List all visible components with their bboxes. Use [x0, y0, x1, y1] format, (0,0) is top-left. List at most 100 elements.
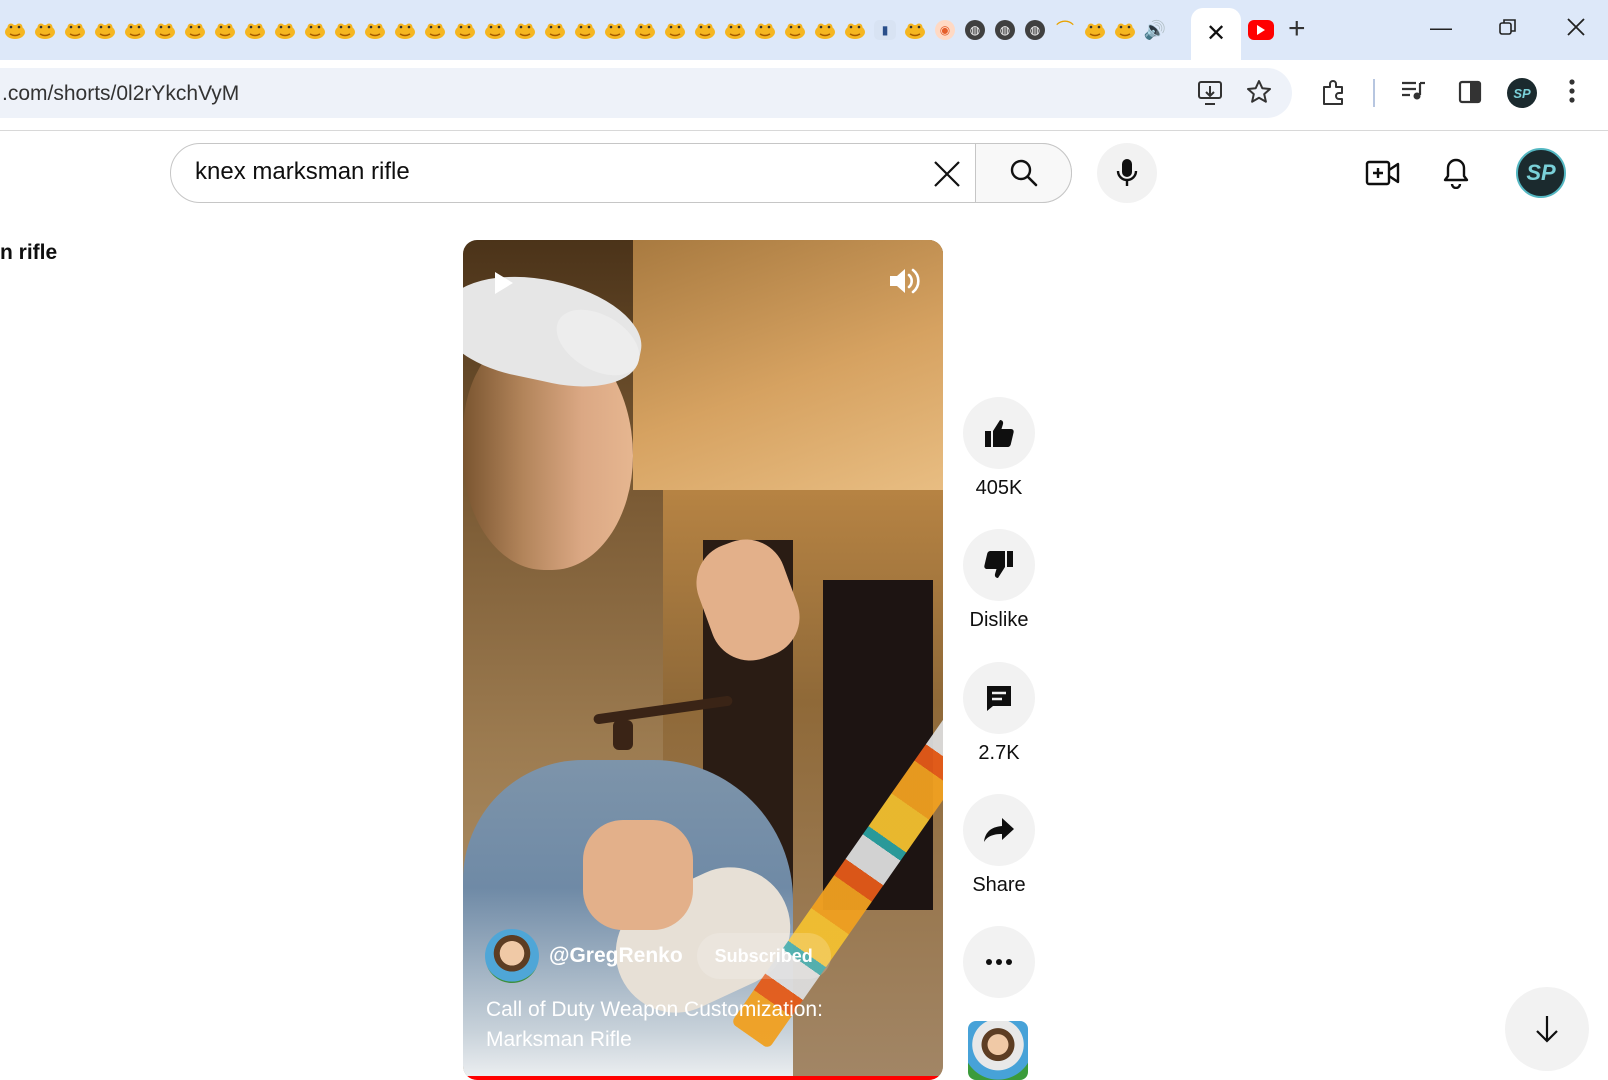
thumbs-up-icon: [985, 420, 1014, 447]
create-button[interactable]: [1363, 153, 1403, 193]
pinned-tab[interactable]: [360, 16, 390, 44]
frog-favicon-icon: [454, 20, 476, 40]
pinned-tab[interactable]: [150, 16, 180, 44]
youtube-tab-icon[interactable]: [1248, 20, 1274, 40]
pinned-tab[interactable]: [450, 16, 480, 44]
pinned-tab[interactable]: [180, 16, 210, 44]
url-text[interactable]: .com/shorts/0l2rYkchVyM: [2, 82, 239, 106]
notifications-button[interactable]: [1436, 153, 1476, 193]
frog-favicon-icon: [604, 20, 626, 40]
thumbs-down-icon: [984, 551, 1013, 578]
pinned-tab[interactable]: ◍: [990, 16, 1020, 44]
pinned-tab[interactable]: ▮: [870, 16, 900, 44]
window-close-icon[interactable]: [1566, 14, 1586, 46]
pinned-tab[interactable]: [840, 16, 870, 44]
play-icon[interactable]: [495, 272, 513, 294]
frog-favicon-icon: [34, 20, 56, 40]
media-controls-icon[interactable]: [1400, 80, 1426, 107]
frog-favicon-icon: [274, 20, 296, 40]
pinned-tab[interactable]: [60, 16, 90, 44]
bell-icon: [1443, 158, 1469, 189]
pinned-tab[interactable]: [570, 16, 600, 44]
pinned-tab[interactable]: [1080, 16, 1110, 44]
comments-button[interactable]: [963, 662, 1035, 734]
restore-icon[interactable]: [1498, 14, 1518, 46]
clear-search-button[interactable]: [927, 154, 967, 194]
next-video-button[interactable]: [1505, 987, 1589, 1071]
short-title[interactable]: Call of Duty Weapon Customization: Marks…: [486, 995, 866, 1055]
volume-icon[interactable]: [888, 266, 922, 296]
pinned-tab[interactable]: [0, 16, 30, 44]
extensions-icon[interactable]: [1320, 78, 1348, 111]
pinned-tab[interactable]: ◍: [1020, 16, 1050, 44]
frog-favicon-icon: [304, 20, 326, 40]
pinned-tab[interactable]: [600, 16, 630, 44]
active-tab[interactable]: ✕: [1191, 8, 1241, 60]
pinned-tab[interactable]: [420, 16, 450, 44]
search-suggestion-partial[interactable]: n rifle: [0, 241, 57, 265]
video-progress-bar[interactable]: [463, 1076, 943, 1080]
browser-profile-avatar[interactable]: SP: [1507, 78, 1537, 108]
frog-favicon-icon: [424, 20, 446, 40]
dislike-button[interactable]: [963, 529, 1035, 601]
frog-favicon-icon: [394, 20, 416, 40]
pinned-tab[interactable]: [510, 16, 540, 44]
side-panel-icon[interactable]: [1458, 80, 1482, 109]
install-app-icon[interactable]: [1197, 80, 1225, 111]
pinned-tab[interactable]: ◉: [930, 16, 960, 44]
more-options-button[interactable]: [963, 926, 1035, 998]
browser-toolbar: .com/shorts/0l2rYkchVyM: [0, 60, 1608, 131]
globe-favicon-icon: ◍: [965, 20, 985, 40]
search-input[interactable]: [195, 158, 895, 186]
pinned-tab[interactable]: [480, 16, 510, 44]
share-button[interactable]: [963, 794, 1035, 866]
pinned-tab[interactable]: [90, 16, 120, 44]
toolbar-separator: [1373, 79, 1375, 107]
remix-sound-thumbnail[interactable]: [968, 1021, 1028, 1080]
pinned-tab[interactable]: [30, 16, 60, 44]
pinned-tab[interactable]: ⌒: [1050, 16, 1080, 44]
frog-favicon-icon: [664, 20, 686, 40]
account-avatar[interactable]: SP: [1516, 148, 1566, 198]
channel-avatar[interactable]: [485, 929, 539, 983]
like-button[interactable]: [963, 397, 1035, 469]
pinned-tab[interactable]: [780, 16, 810, 44]
subscribed-button[interactable]: Subscribed: [696, 933, 831, 979]
bookmark-star-icon[interactable]: [1246, 79, 1272, 110]
pinned-tab[interactable]: 🔊: [1140, 16, 1170, 44]
like-action: 405K: [963, 397, 1035, 500]
pinned-tab[interactable]: ◍: [960, 16, 990, 44]
pinned-tab[interactable]: [120, 16, 150, 44]
pinned-tab[interactable]: [750, 16, 780, 44]
close-tab-icon[interactable]: ✕: [1206, 22, 1226, 46]
pinned-tab[interactable]: [240, 16, 270, 44]
pinned-tab[interactable]: [210, 16, 240, 44]
comment-count: 2.7K: [978, 742, 1020, 764]
pinned-tab[interactable]: [390, 16, 420, 44]
pinned-tab[interactable]: [540, 16, 570, 44]
channel-name[interactable]: @GregRenko: [549, 944, 683, 968]
search-button[interactable]: [975, 143, 1072, 203]
channel-row: @GregRenko Subscribed: [485, 928, 831, 984]
search-box[interactable]: [170, 143, 1072, 203]
pinned-tab[interactable]: [720, 16, 750, 44]
comment-icon: [987, 686, 1011, 711]
pinned-tab[interactable]: [810, 16, 840, 44]
pinned-tab[interactable]: [690, 16, 720, 44]
pinned-tab[interactable]: [1110, 16, 1140, 44]
shorts-video-player[interactable]: @GregRenko Subscribed Call of Duty Weapo…: [463, 240, 943, 1080]
new-tab-button[interactable]: +: [1288, 14, 1306, 44]
minimize-icon[interactable]: —: [1430, 12, 1452, 44]
pinned-tab[interactable]: [330, 16, 360, 44]
browser-menu-icon[interactable]: [1568, 78, 1576, 109]
pinned-tab[interactable]: [900, 16, 930, 44]
frog-favicon-icon: [844, 20, 866, 40]
pinned-tab[interactable]: [660, 16, 690, 44]
like-count: 405K: [975, 477, 1023, 499]
address-bar[interactable]: .com/shorts/0l2rYkchVyM: [0, 68, 1292, 118]
pinned-tab[interactable]: [300, 16, 330, 44]
pinned-tab[interactable]: [630, 16, 660, 44]
voice-search-button[interactable]: [1097, 143, 1157, 203]
frog-favicon-icon: [814, 20, 836, 40]
pinned-tab[interactable]: [270, 16, 300, 44]
